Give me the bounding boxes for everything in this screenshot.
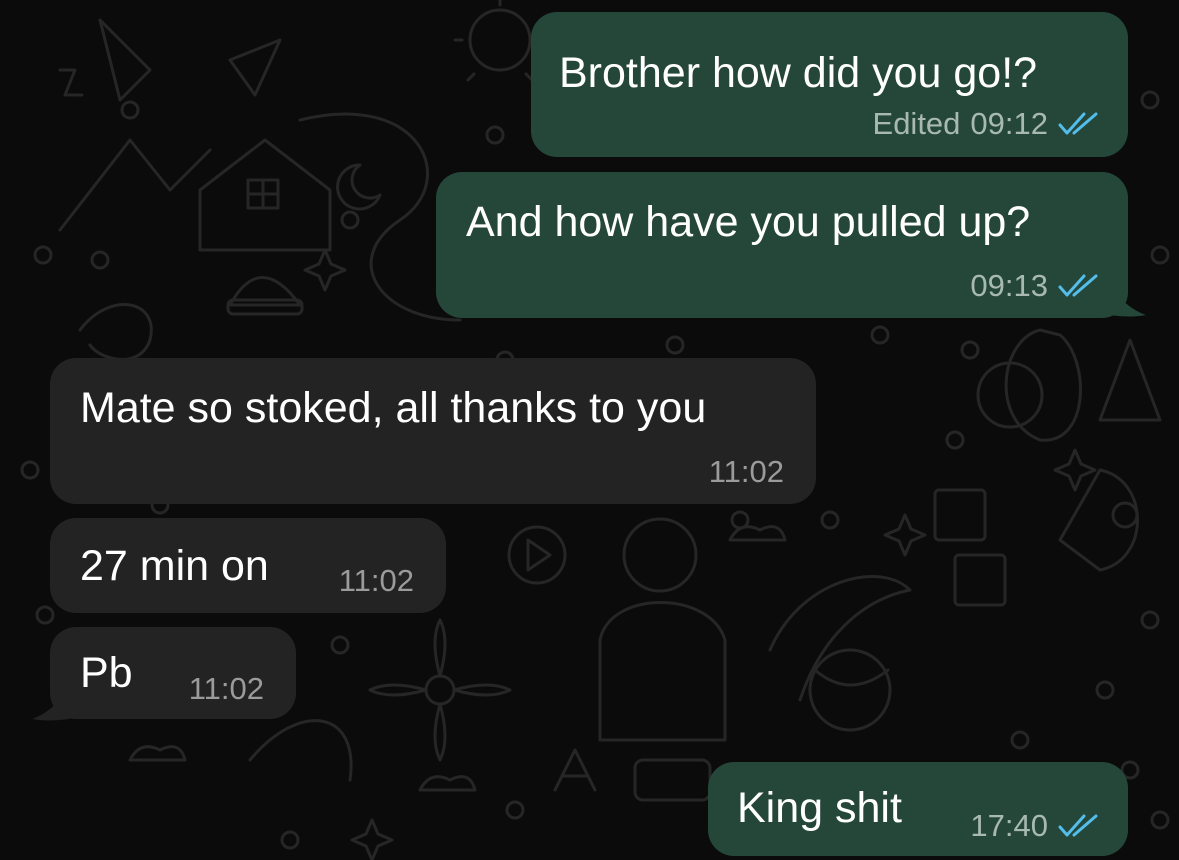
message-time: 11:02 [188, 671, 264, 706]
message-meta: 09:13 [970, 270, 1100, 301]
message-time: 11:02 [338, 563, 414, 598]
message-time: 09:13 [970, 268, 1048, 303]
outgoing-message[interactable]: King shit 17:40 [708, 762, 1128, 856]
message-text: Brother how did you go!? [559, 49, 1038, 97]
message-text: And how have you pulled up? [466, 198, 1031, 246]
message-meta: 11:02 [189, 673, 264, 704]
double-check-read-icon [1058, 274, 1098, 296]
message-time: 17:40 [970, 808, 1048, 843]
message-time: 09:12 [970, 106, 1048, 141]
message-text: 27 min on [80, 542, 269, 590]
message-meta: 17:40 [970, 810, 1100, 841]
message-time: 11:02 [708, 454, 784, 489]
message-text: Mate so stoked, all thanks to you [80, 384, 707, 432]
message-text: Pb [80, 649, 133, 697]
message-text: King shit [737, 784, 902, 832]
double-check-read-icon [1058, 112, 1098, 134]
double-check-read-icon [1058, 814, 1098, 836]
incoming-message[interactable]: Mate so stoked, all thanks to you 11:02 [50, 358, 816, 504]
message-meta: 11:02 [339, 565, 414, 596]
edited-label: Edited [872, 106, 961, 141]
message-meta: 11:02 [709, 456, 784, 487]
incoming-message[interactable]: 27 min on 11:02 [50, 518, 446, 613]
incoming-message[interactable]: Pb 11:02 [50, 627, 296, 719]
outgoing-message[interactable]: And how have you pulled up? 09:13 [436, 172, 1128, 318]
outgoing-message[interactable]: Brother how did you go!? Edited 09:12 [531, 12, 1128, 157]
message-meta: Edited 09:12 [873, 108, 1100, 139]
